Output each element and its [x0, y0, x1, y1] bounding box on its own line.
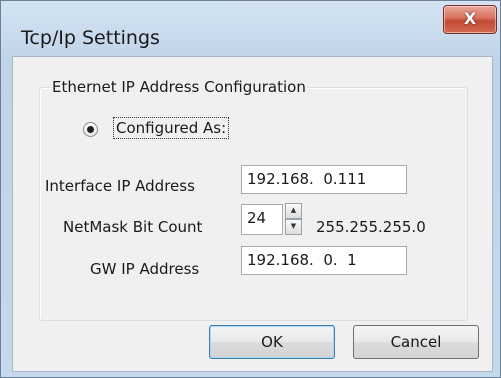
- netmask-bits-input[interactable]: 24: [241, 204, 283, 235]
- netmask-spinner: ▲ ▼: [285, 203, 302, 235]
- cancel-button[interactable]: Cancel: [353, 325, 479, 359]
- configured-as-radio[interactable]: [83, 122, 98, 137]
- window-title: Tcp/Ip Settings: [21, 27, 160, 49]
- radio-selected-dot: [87, 126, 94, 133]
- interface-ip-label: Interface IP Address: [45, 177, 195, 195]
- gw-ip-input[interactable]: 192.168. 0. 1: [241, 246, 407, 275]
- ok-button[interactable]: OK: [209, 325, 335, 359]
- dialog-body: Ethernet IP Address Configuration Config…: [12, 56, 493, 372]
- spin-down-button[interactable]: ▼: [285, 219, 302, 235]
- netmask-bits-label: NetMask Bit Count: [63, 218, 203, 236]
- close-button[interactable]: X: [443, 5, 497, 34]
- spin-up-button[interactable]: ▲: [285, 203, 302, 219]
- configured-as-label[interactable]: Configured As:: [113, 117, 230, 139]
- dialog-window: Tcp/Ip Settings X Ethernet IP Address Co…: [0, 0, 501, 378]
- netmask-text: 255.255.255.0: [316, 218, 426, 236]
- gw-ip-label: GW IP Address: [90, 260, 200, 278]
- group-legend: Ethernet IP Address Configuration: [51, 78, 307, 96]
- close-icon: X: [463, 9, 477, 28]
- title-bar[interactable]: Tcp/Ip Settings X: [1, 1, 500, 57]
- interface-ip-input[interactable]: 192.168. 0.111: [241, 165, 407, 194]
